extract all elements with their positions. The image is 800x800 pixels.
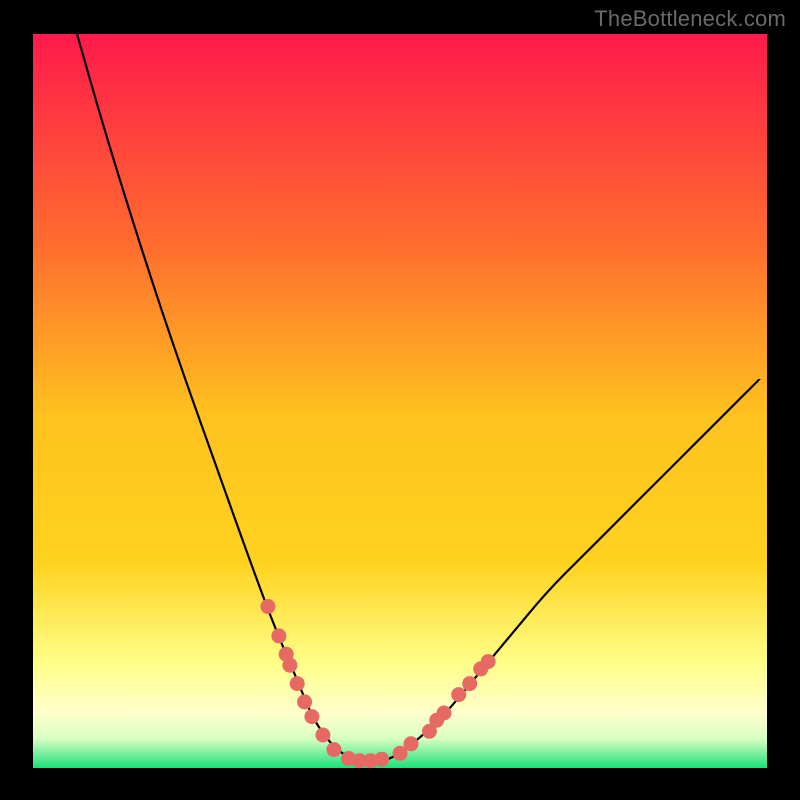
curve-marker xyxy=(462,676,477,691)
curve-marker xyxy=(297,694,312,709)
watermark-text: TheBottleneck.com xyxy=(594,6,786,32)
curve-marker xyxy=(404,736,419,751)
curve-marker xyxy=(304,709,319,724)
curve-marker xyxy=(451,687,466,702)
curve-marker xyxy=(260,599,275,614)
bottleneck-chart xyxy=(0,0,800,800)
curve-marker xyxy=(326,742,341,757)
curve-marker xyxy=(315,728,330,743)
curve-marker xyxy=(290,676,305,691)
curve-marker xyxy=(271,628,286,643)
curve-marker xyxy=(282,658,297,673)
curve-marker xyxy=(437,706,452,721)
plot-area xyxy=(33,34,767,768)
curve-marker xyxy=(481,654,496,669)
chart-frame: TheBottleneck.com xyxy=(0,0,800,800)
curve-marker xyxy=(374,752,389,767)
